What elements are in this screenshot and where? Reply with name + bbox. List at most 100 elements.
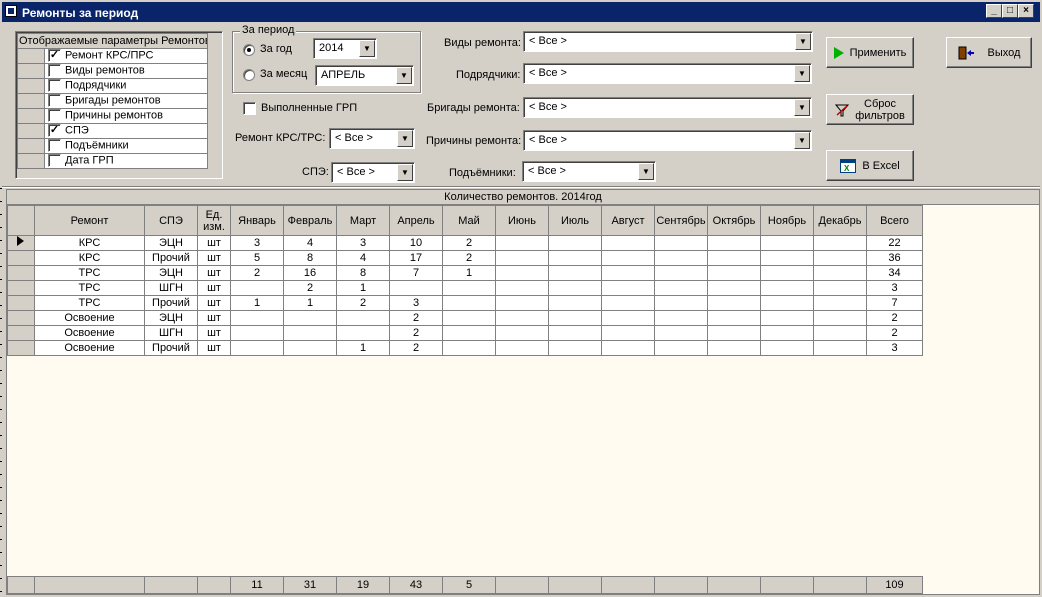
table-cell[interactable] [760,280,814,296]
chevron-down-icon[interactable]: ▼ [396,67,412,84]
param-cell[interactable]: ✓ Ремонт КРС/ПРС [44,48,208,64]
table-cell[interactable] [283,325,337,341]
table-cell[interactable] [495,265,549,281]
param-row[interactable]: Бригады ремонтов [17,93,208,109]
column-header[interactable]: Декабрь [813,205,867,236]
table-cell[interactable] [442,310,496,326]
table-row[interactable]: Освоение ШГН шт 2 2 [7,325,923,341]
table-cell[interactable] [495,340,549,356]
table-cell[interactable]: ТРС [34,295,145,311]
table-cell[interactable] [813,280,867,296]
table-cell[interactable] [548,340,602,356]
column-header[interactable]: Март [336,205,390,236]
param-cell[interactable]: Дата ГРП [44,153,208,169]
exit-button[interactable]: Выход [946,37,1032,68]
table-cell[interactable] [336,325,390,341]
chevron-down-icon[interactable]: ▼ [794,99,810,116]
table-cell[interactable] [548,280,602,296]
table-row[interactable]: КРС Прочий шт 5 8 4 17 2 36 [7,250,923,266]
row-indicator[interactable] [17,78,45,94]
table-cell[interactable] [707,250,761,266]
table-cell[interactable] [707,280,761,296]
table-cell[interactable] [230,280,284,296]
table-cell[interactable] [601,235,655,251]
chevron-down-icon[interactable]: ▼ [397,164,413,181]
table-row[interactable]: Освоение ЭЦН шт 2 2 [7,310,923,326]
row-indicator[interactable] [7,295,35,311]
year-radio[interactable] [243,44,255,56]
row-indicator[interactable] [17,63,45,79]
table-cell[interactable]: КРС [34,250,145,266]
table-cell[interactable] [707,295,761,311]
table-cell[interactable] [813,325,867,341]
table-cell[interactable]: 5 [230,250,284,266]
column-header[interactable]: Ед. изм. [197,205,231,236]
table-row[interactable]: КРС ЭЦН шт 3 4 3 10 2 22 [7,235,923,251]
table-cell[interactable]: 2 [866,310,923,326]
param-checkbox-checked[interactable]: ✓ [48,49,61,63]
table-cell[interactable]: Освоение [34,310,145,326]
excel-export-button[interactable]: X В Excel [826,150,914,181]
param-checkbox[interactable] [48,139,61,153]
types-filter-select[interactable]: < Все > ▼ [523,31,813,52]
table-cell[interactable] [495,250,549,266]
table-cell[interactable]: 3 [866,280,923,296]
table-cell[interactable]: ТРС [34,280,145,296]
table-cell[interactable] [760,340,814,356]
table-cell[interactable]: шт [197,310,231,326]
brigades-filter-select[interactable]: < Все > ▼ [523,97,812,118]
table-cell[interactable]: 36 [866,250,923,266]
table-cell[interactable]: ЭЦН [144,310,198,326]
table-cell[interactable] [813,295,867,311]
table-cell[interactable] [654,280,708,296]
param-cell[interactable]: Подрядчики [44,78,208,94]
table-cell[interactable]: 2 [389,310,443,326]
table-cell[interactable]: шт [197,280,231,296]
table-cell[interactable] [230,325,284,341]
contractors-filter-select[interactable]: < Все > ▼ [523,63,812,84]
table-cell[interactable]: 1 [442,265,496,281]
column-header[interactable]: Июнь [495,205,549,236]
window-title-bar[interactable]: Ремонты за период [0,0,1042,22]
param-cell[interactable]: Причины ремонтов [44,108,208,124]
table-cell[interactable] [548,235,602,251]
table-cell[interactable]: 22 [866,235,923,251]
table-cell[interactable]: ЭЦН [144,265,198,281]
table-cell[interactable]: ЭЦН [144,235,198,251]
chevron-down-icon[interactable]: ▼ [795,33,811,50]
chevron-down-icon[interactable]: ▼ [794,65,810,82]
chevron-down-icon[interactable]: ▼ [638,163,654,180]
table-row[interactable]: Освоение Прочий шт 1 2 3 [7,340,923,356]
param-cell[interactable]: Виды ремонтов [44,63,208,79]
column-header[interactable]: Август [601,205,655,236]
table-cell[interactable] [230,340,284,356]
table-cell[interactable]: 1 [336,340,390,356]
table-cell[interactable]: 2 [442,235,496,251]
param-checkbox[interactable] [48,154,61,168]
table-cell[interactable] [548,325,602,341]
month-select[interactable]: АПРЕЛЬ ▼ [315,65,414,86]
row-indicator[interactable] [7,325,35,341]
table-cell[interactable]: 16 [283,265,337,281]
table-cell[interactable] [760,325,814,341]
param-row[interactable]: Подрядчики [17,78,208,94]
table-cell[interactable]: 1 [336,280,390,296]
apply-button[interactable]: Применить [826,37,914,68]
param-row[interactable]: ✓ СПЭ [17,123,208,139]
table-cell[interactable] [601,295,655,311]
table-cell[interactable] [760,250,814,266]
krs-filter-select[interactable]: < Все > ▼ [329,128,415,149]
reasons-filter-select[interactable]: < Все > ▼ [523,130,812,151]
results-grid-area[interactable]: Количество ремонтов. 2014год Ремонт СПЭ Ед… [6,189,1040,595]
row-indicator[interactable] [7,265,35,281]
table-cell[interactable] [601,340,655,356]
table-cell[interactable]: 1 [283,295,337,311]
table-cell[interactable] [230,310,284,326]
column-header[interactable]: Ноябрь [760,205,814,236]
table-cell[interactable]: 8 [336,265,390,281]
table-cell[interactable] [813,340,867,356]
table-cell[interactable] [548,295,602,311]
table-cell[interactable]: 3 [389,295,443,311]
table-cell[interactable] [283,310,337,326]
table-cell[interactable]: 4 [336,250,390,266]
